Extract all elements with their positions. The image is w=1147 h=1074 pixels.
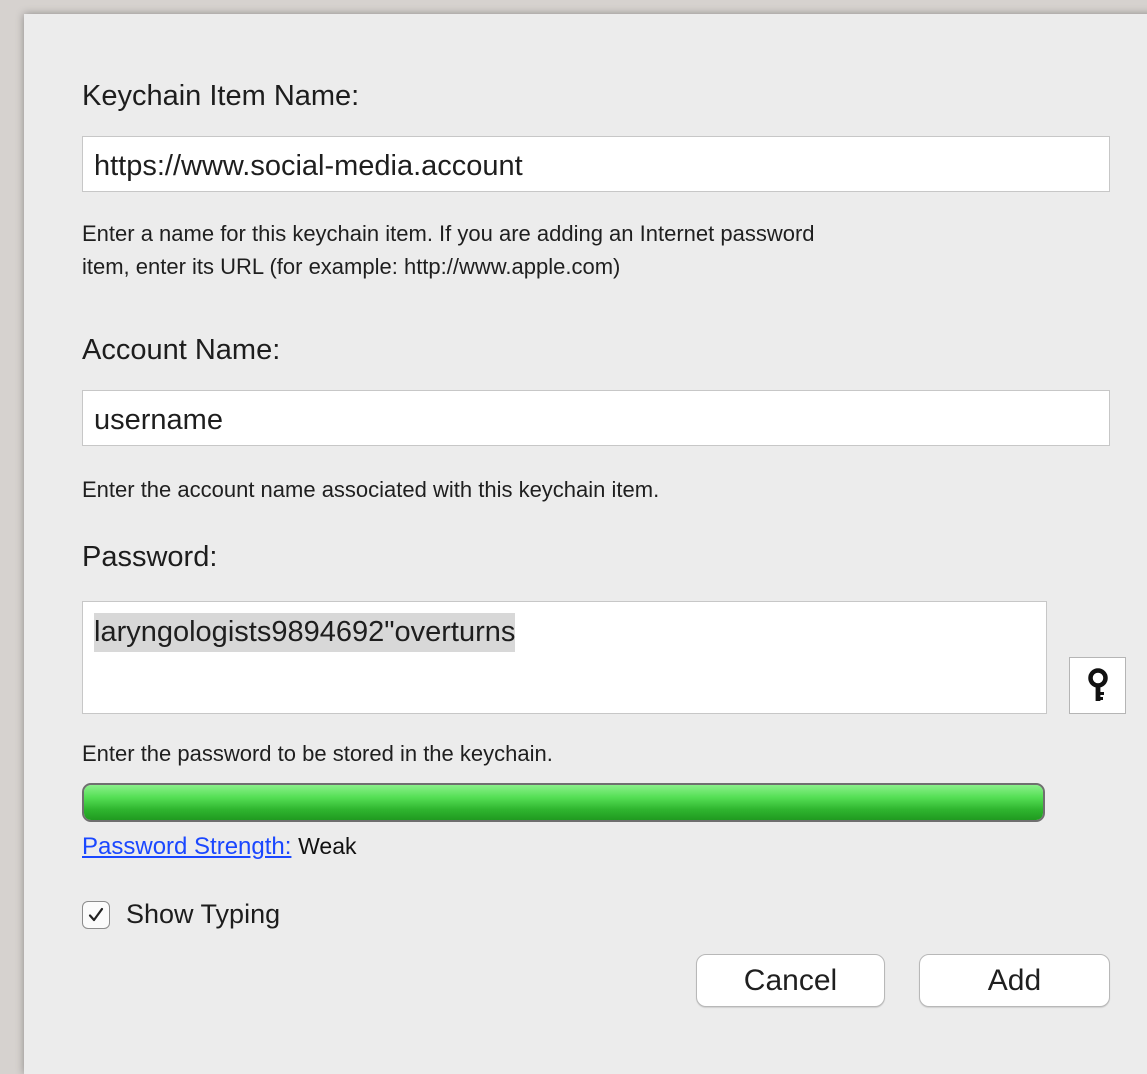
show-typing-row[interactable]: Show Typing [82,899,280,930]
item-name-help: Enter a name for this keychain item. If … [82,217,815,283]
password-field[interactable]: laryngologists9894692"overturns [82,601,1047,714]
password-strength-row: Password Strength: Weak [82,833,357,861]
account-name-field[interactable]: username [82,390,1110,446]
item-name-label: Keychain Item Name: [82,80,360,112]
password-assistant-button[interactable] [1069,657,1126,714]
key-icon [1087,667,1108,701]
account-name-label: Account Name: [82,334,281,366]
password-strength-value: Weak [298,833,357,859]
password-strength-fill [84,785,1043,820]
password-label: Password: [82,541,218,573]
account-name-help: Enter the account name associated with t… [82,477,660,502]
item-name-field[interactable]: https://www.social-media.account [82,136,1110,192]
item-name-help-line2: item, enter its URL (for example: http:/… [82,254,621,279]
cancel-button[interactable]: Cancel [696,954,885,1007]
password-help: Enter the password to be stored in the k… [82,741,553,766]
password-strength-meter [82,783,1045,822]
password-text: laryngologists9894692"overturns [94,613,516,652]
item-name-help-line1: Enter a name for this keychain item. If … [82,221,815,246]
password-strength-link[interactable]: Password Strength: [82,833,291,860]
add-button[interactable]: Add [919,954,1110,1007]
show-typing-checkbox[interactable] [82,900,110,929]
checkmark-icon [88,907,104,921]
show-typing-label: Show Typing [126,899,281,929]
